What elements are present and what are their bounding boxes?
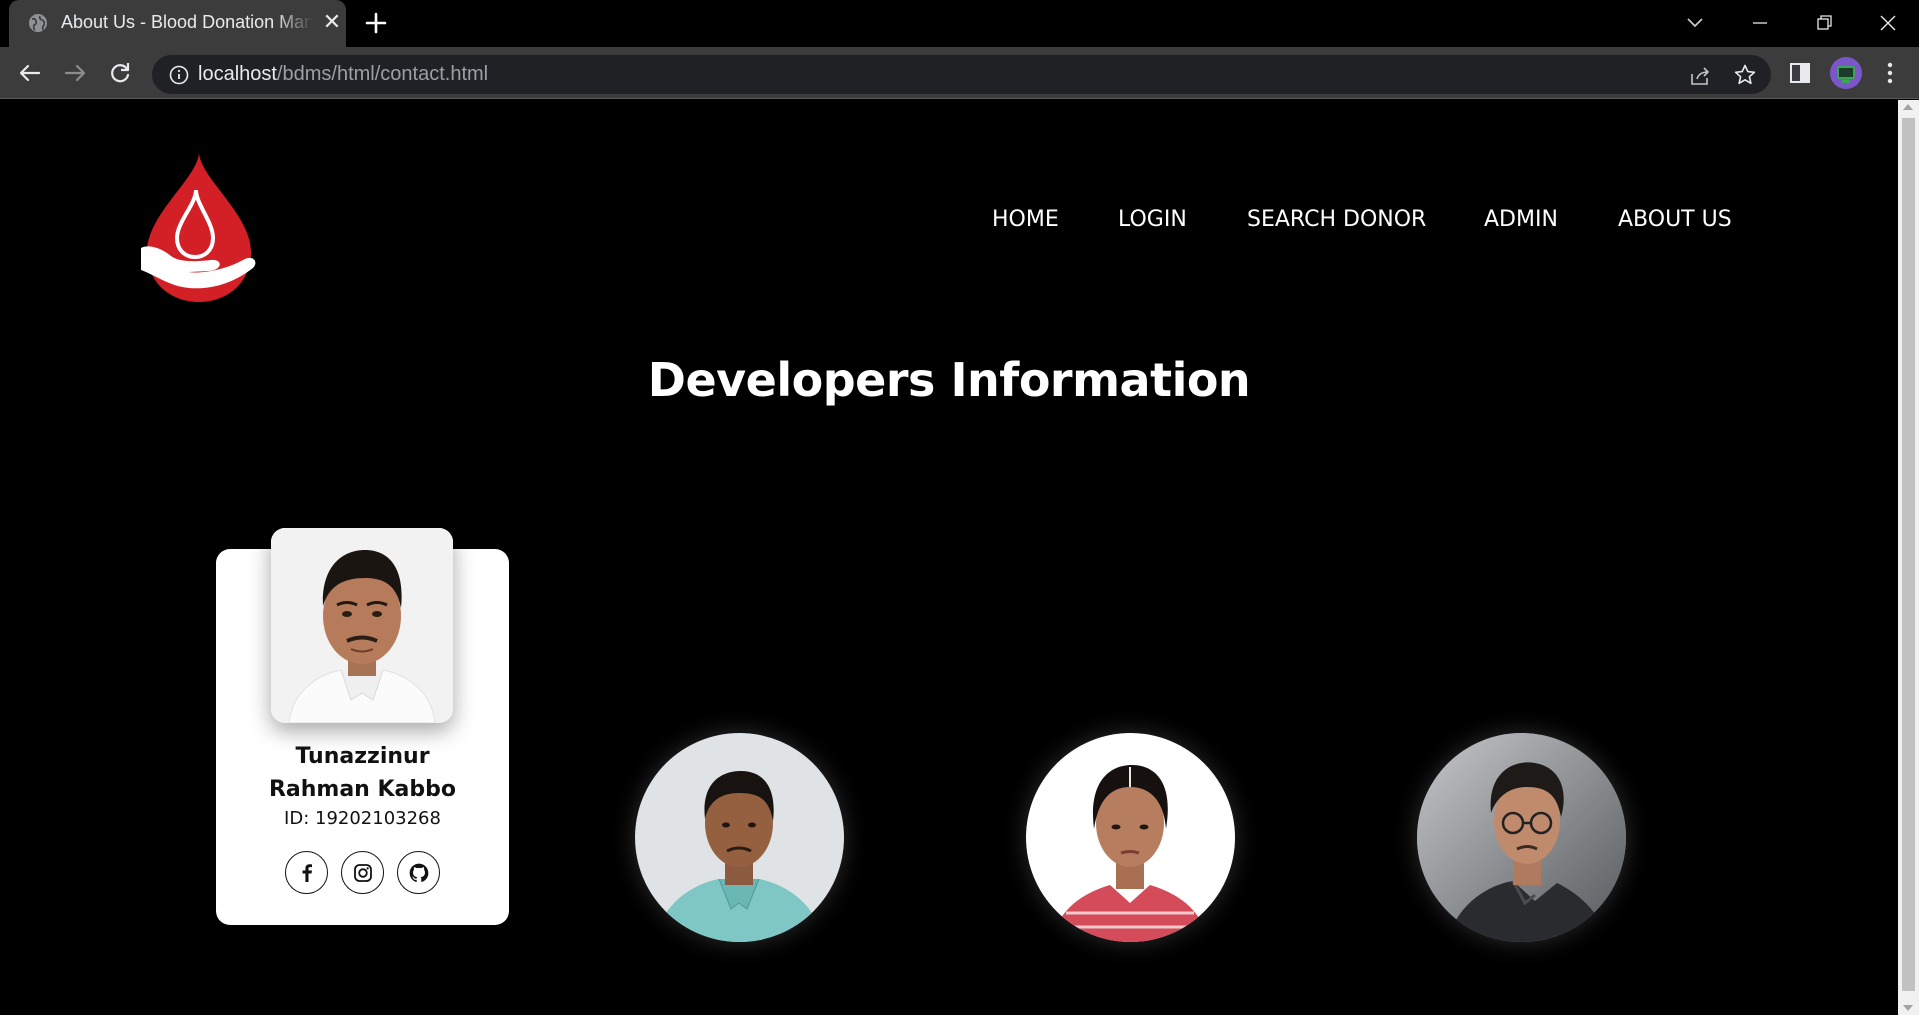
tab-close-icon[interactable]: ✕ xyxy=(321,12,343,34)
developer-2-avatar[interactable] xyxy=(635,733,844,942)
facebook-link[interactable] xyxy=(285,851,328,894)
developer-socials xyxy=(216,851,509,895)
facebook-icon xyxy=(302,863,312,882)
nav-admin-link[interactable]: ADMIN xyxy=(1484,207,1558,232)
url-text[interactable]: localhost/bdms/html/contact.html xyxy=(198,63,488,86)
developer-4-photo xyxy=(1417,733,1626,942)
address-bar[interactable]: localhost/bdms/html/contact.html xyxy=(152,55,1771,94)
url-path: /bdms/html/contact.html xyxy=(276,63,489,85)
developer-1-photo xyxy=(271,528,453,723)
instagram-icon xyxy=(353,863,372,882)
nav-search-donor-link[interactable]: SEARCH DONOR xyxy=(1247,207,1426,232)
developer-id: ID: 19202103268 xyxy=(284,808,441,829)
instagram-link[interactable] xyxy=(341,851,384,894)
minimize-icon[interactable] xyxy=(1745,8,1775,38)
page-scrollbar[interactable] xyxy=(1898,100,1919,1015)
profile-avatar[interactable] xyxy=(1830,57,1862,89)
scroll-up-arrow-icon[interactable] xyxy=(1903,104,1913,110)
page-title: Developers Information xyxy=(647,353,1251,407)
globe-icon xyxy=(29,14,47,32)
url-host: localhost xyxy=(198,63,277,85)
developer-card-expanded[interactable]: Tunazzinur Rahman Kabbo ID: 19202103268 xyxy=(216,528,509,925)
developer-name: Tunazzinur Rahman Kabbo xyxy=(216,740,509,806)
developer-name-line2: Rahman Kabbo xyxy=(268,777,457,802)
github-link[interactable] xyxy=(397,851,440,894)
reload-icon[interactable] xyxy=(106,59,134,87)
github-icon xyxy=(409,863,428,882)
share-icon[interactable] xyxy=(1688,64,1712,88)
browser-toolbar: localhost/bdms/html/contact.html xyxy=(0,47,1919,99)
developer-name-line1: Tunazzinur xyxy=(295,744,430,769)
profile-avatar-icon xyxy=(1830,57,1862,89)
page-viewport: HOME LOGIN SEARCH DONOR ADMIN ABOUT US D… xyxy=(0,100,1898,1015)
restore-icon[interactable] xyxy=(1809,8,1839,38)
bookmark-star-icon[interactable] xyxy=(1733,63,1757,87)
site-info-icon[interactable] xyxy=(168,64,190,86)
browser-tab[interactable]: About Us - Blood Donation Management Sys… xyxy=(9,0,346,47)
close-window-icon[interactable] xyxy=(1873,8,1903,38)
developer-4-avatar[interactable] xyxy=(1417,733,1626,942)
developer-3-avatar[interactable] xyxy=(1026,733,1235,942)
forward-arrow-icon[interactable] xyxy=(61,59,89,87)
tab-title: About Us - Blood Donation Management Sys… xyxy=(61,12,313,32)
browser-tab-bar: About Us - Blood Donation Management Sys… xyxy=(0,0,1919,47)
nav-login-link[interactable]: LOGIN xyxy=(1118,207,1187,232)
developer-3-photo xyxy=(1026,733,1235,942)
kebab-menu-icon[interactable] xyxy=(1878,59,1902,87)
nav-home-link[interactable]: HOME xyxy=(992,207,1059,232)
scrollbar-thumb[interactable] xyxy=(1902,118,1915,991)
nav-about-us-link[interactable]: ABOUT US xyxy=(1618,207,1732,232)
side-panel-icon[interactable] xyxy=(1787,60,1813,86)
back-arrow-icon[interactable] xyxy=(16,59,44,87)
developer-2-photo xyxy=(635,733,844,942)
tab-search-chevron-icon[interactable] xyxy=(1683,10,1707,34)
scroll-down-arrow-icon[interactable] xyxy=(1903,1005,1913,1011)
new-tab-plus-icon[interactable] xyxy=(362,9,390,37)
main-nav: HOME LOGIN SEARCH DONOR ADMIN ABOUT US xyxy=(0,207,1898,237)
